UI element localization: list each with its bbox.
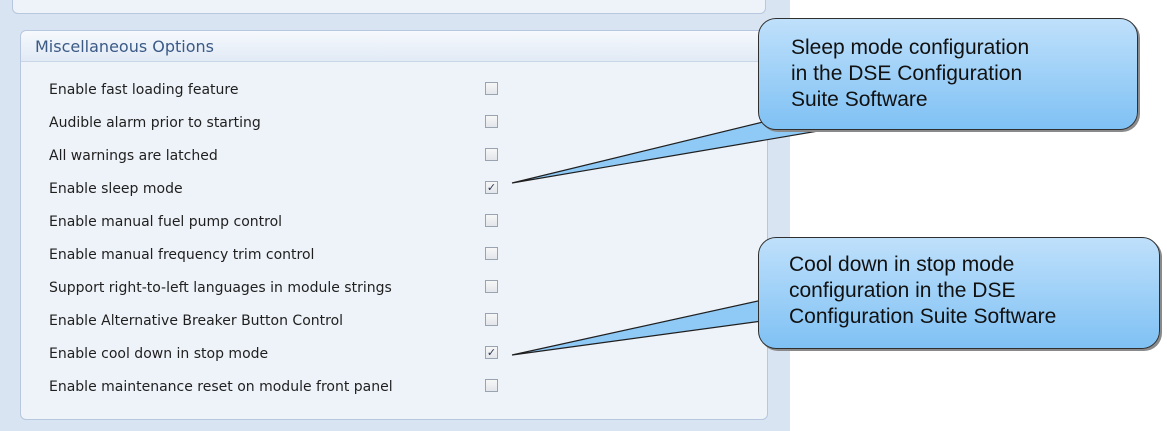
callout-line: Cool down in stop mode — [789, 253, 1015, 276]
callout-line: configuration in the DSE — [789, 279, 1016, 302]
callout-line: Configuration Suite Software — [789, 305, 1057, 328]
sleep-mode-callout: Sleep mode configuration in the DSE Conf… — [758, 18, 1138, 130]
callout-text: Sleep mode configuration in the DSE Conf… — [791, 35, 1029, 113]
callout-line: Suite Software — [791, 88, 928, 111]
callout-line: Sleep mode configuration — [791, 36, 1030, 59]
cool-down-callout: Cool down in stop mode configuration in … — [758, 237, 1160, 349]
callout-text: Cool down in stop mode configuration in … — [789, 252, 1056, 330]
callout-line: in the DSE Configuration — [791, 62, 1023, 85]
